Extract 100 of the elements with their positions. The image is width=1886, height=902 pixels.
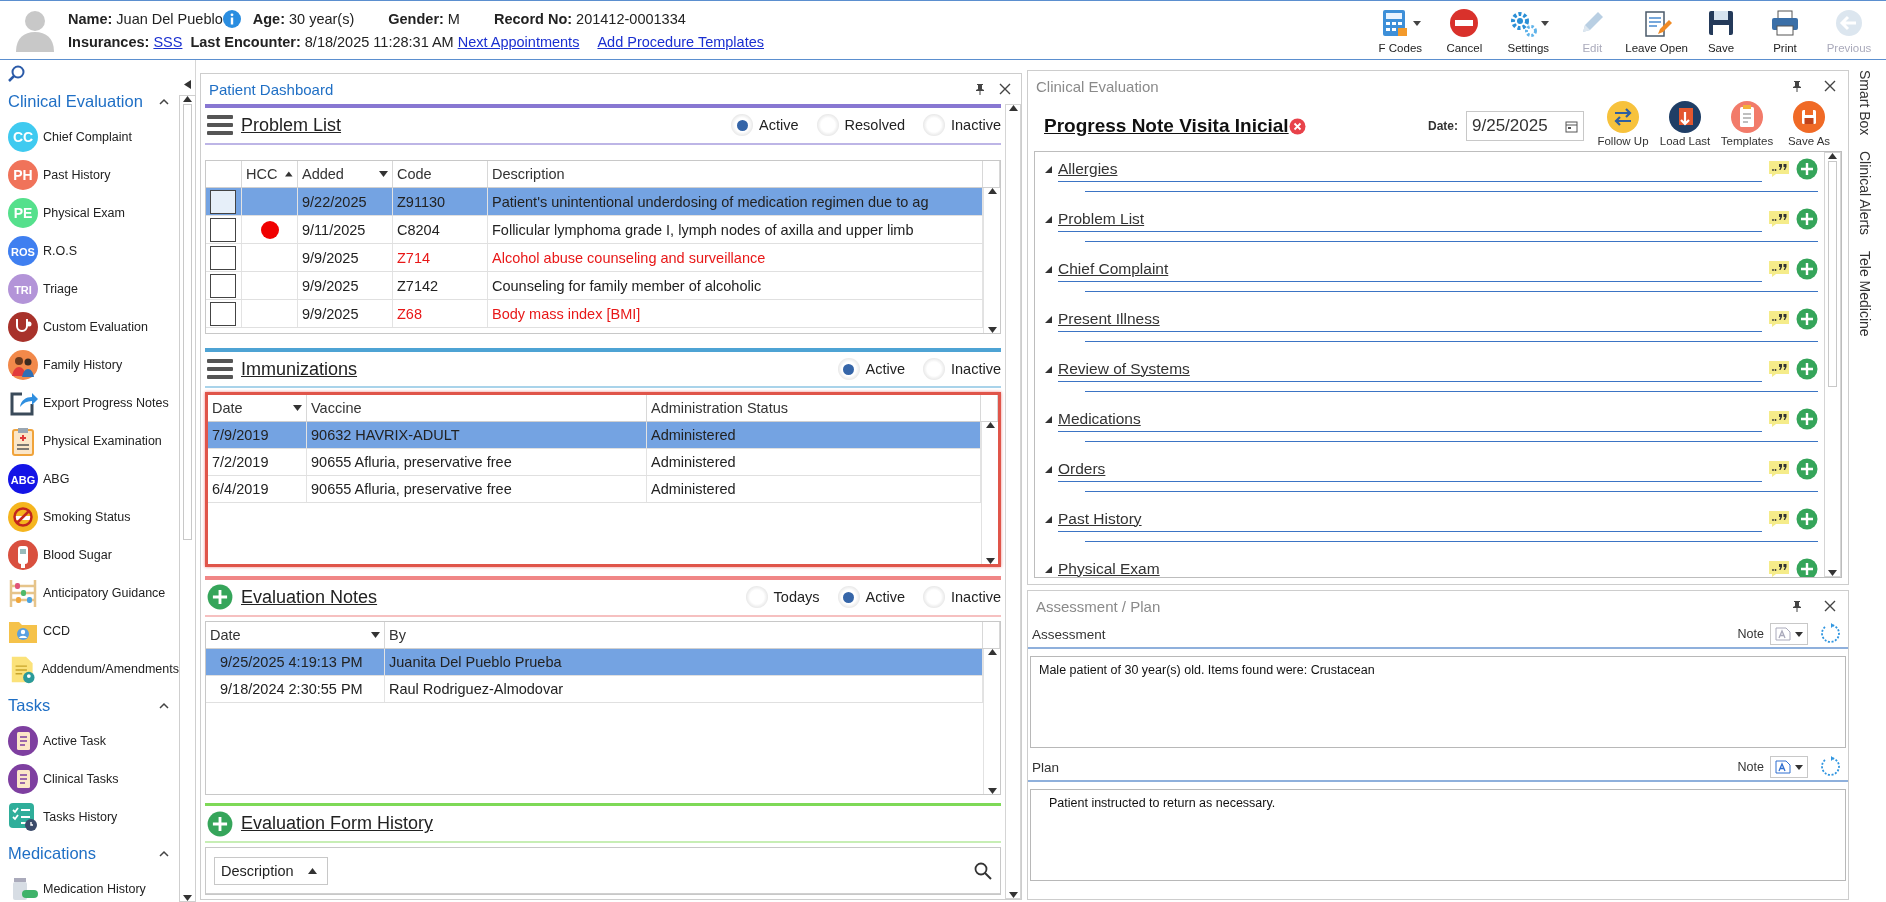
sort-icon[interactable] (307, 867, 317, 874)
side-tab[interactable]: Tele Medicine (1857, 251, 1873, 337)
scrollbar[interactable] (983, 188, 1000, 334)
pin-icon[interactable] (975, 83, 985, 95)
section-title[interactable]: Evaluation Notes (241, 586, 378, 608)
action-button[interactable]: Follow Up (1592, 101, 1654, 147)
scrollbar[interactable] (1824, 152, 1841, 577)
scrollbar[interactable] (981, 422, 998, 564)
checkbox[interactable] (210, 189, 236, 214)
column-header[interactable]: Code (393, 161, 488, 188)
table-row[interactable]: 9/11/2025 C8204 Follicular lymphoma grade I, lymph nodes of axilla and upper limb (206, 216, 983, 245)
comment-icon[interactable] (1768, 160, 1790, 178)
menu-icon[interactable] (207, 358, 233, 381)
sidebar-item[interactable]: Physical Examination (43, 434, 162, 448)
expand-icon[interactable] (1045, 565, 1052, 573)
add-icon[interactable] (1796, 258, 1818, 280)
sidebar-item[interactable]: Blood Sugar (43, 548, 112, 562)
section-title[interactable]: Immunizations (241, 358, 358, 380)
link[interactable]: Add Procedure Templates (597, 34, 764, 50)
checkbox[interactable] (210, 217, 236, 242)
radio-button[interactable]: Resolved (816, 114, 905, 137)
column-header[interactable]: Date (206, 621, 385, 648)
arrow-down-icon[interactable] (1828, 570, 1837, 576)
radio-button[interactable]: Inactive (923, 114, 1001, 137)
remove-icon[interactable] (1288, 117, 1306, 135)
column-header[interactable]: Description (488, 161, 983, 188)
text-area[interactable]: Male patient of 30 year(s) old. Items found were: Crustacean (1030, 656, 1846, 748)
add-icon[interactable] (1796, 558, 1818, 577)
table-row[interactable]: 7/9/2019 90632 HAVRIX-ADULT Administered (208, 422, 981, 450)
sort-icon[interactable] (285, 171, 293, 178)
table-row[interactable]: 9/9/2025 Z7142 Counseling for family member of alcoholic (206, 272, 983, 301)
sidebar-item[interactable]: Anticipatory Guidance (43, 586, 166, 600)
expand-icon[interactable] (1045, 265, 1052, 273)
menu-icon[interactable] (207, 114, 233, 137)
sidebar-item[interactable]: Export Progress Notes (43, 396, 169, 410)
section-heading[interactable]: Clinical Evaluation (8, 91, 143, 111)
arrow-down-icon[interactable] (985, 557, 995, 564)
sidebar-item[interactable]: Physical Exam (43, 206, 125, 220)
add-icon[interactable] (1796, 358, 1818, 380)
comment-icon[interactable] (1768, 210, 1790, 228)
toolbar-button[interactable]: Save (1690, 7, 1752, 54)
insurance-link[interactable]: SSS (153, 34, 183, 50)
chevron-icon[interactable] (159, 849, 169, 857)
toolbar-button[interactable]: Leave Open (1625, 7, 1688, 54)
link[interactable]: Next Appointments (457, 34, 580, 50)
section-title[interactable]: Problem List (241, 114, 342, 136)
arrow-up-icon[interactable] (987, 648, 997, 655)
pin-icon[interactable] (1792, 80, 1802, 92)
toolbar-button[interactable]: Print (1754, 7, 1816, 54)
table-row[interactable]: 9/18/2024 2:30:55 PM Raul Rodriguez-Almodovar (206, 675, 983, 703)
table-row[interactable]: 9/9/2025 Z68 Body mass index [BMI] (206, 300, 983, 329)
comment-icon[interactable] (1768, 510, 1790, 528)
add-icon[interactable] (1796, 208, 1818, 230)
checkbox[interactable] (210, 301, 236, 326)
refresh-icon[interactable] (1820, 623, 1842, 645)
radio-button[interactable]: Inactive (923, 586, 1001, 609)
expand-icon[interactable] (1045, 515, 1052, 523)
section-title[interactable]: Chief Complaint (1058, 259, 1169, 278)
add-icon[interactable] (1796, 408, 1818, 430)
section-title[interactable]: Orders (1058, 459, 1106, 478)
column-header[interactable]: By (385, 621, 983, 648)
collapse-icon[interactable] (184, 80, 191, 89)
sidebar-item[interactable]: CCD (43, 624, 71, 638)
add-icon[interactable] (207, 810, 233, 837)
calendar-icon[interactable] (1565, 119, 1578, 133)
column-header[interactable]: Date (208, 395, 307, 422)
expand-icon[interactable] (1045, 415, 1052, 423)
column-header[interactable]: HCC (242, 161, 298, 188)
sidebar-item[interactable]: Tasks History (43, 810, 118, 824)
table-row[interactable]: 9/22/2025 Z91130 Patient's unintentional underdosing of medication regimen due to ag (206, 188, 983, 217)
sort-icon[interactable] (293, 405, 302, 412)
column-header[interactable]: Added (298, 161, 393, 188)
arrow-up-icon[interactable] (1828, 153, 1837, 159)
close-icon[interactable] (1824, 80, 1836, 92)
chevron-icon[interactable] (159, 97, 169, 105)
table-row[interactable]: 6/4/2019 90655 Afluria, preservative free Administered (208, 476, 981, 504)
comment-icon[interactable] (1768, 560, 1790, 577)
comment-icon[interactable] (1768, 360, 1790, 378)
sidebar-item[interactable]: Smoking Status (43, 510, 131, 524)
section-title[interactable]: Medications (1058, 409, 1141, 428)
comment-icon[interactable] (1768, 410, 1790, 428)
close-icon[interactable] (999, 83, 1011, 95)
column-header[interactable]: Administration Status (647, 395, 981, 422)
sidebar-item[interactable]: Active Task (43, 734, 106, 748)
scrollbar[interactable] (983, 648, 1000, 794)
add-icon[interactable] (1796, 508, 1818, 530)
radio-button[interactable]: Active (837, 358, 905, 381)
text-area[interactable]: Patient instructed to return as necessary. (1030, 789, 1846, 881)
radio-button[interactable]: Active (837, 586, 905, 609)
action-button[interactable]: Save As (1778, 101, 1840, 147)
section-title[interactable]: Problem List (1058, 209, 1145, 228)
section-heading[interactable]: Medications (8, 843, 97, 863)
close-icon[interactable] (1824, 600, 1836, 612)
column-header[interactable]: Vaccine (307, 395, 647, 422)
comment-icon[interactable] (1768, 460, 1790, 478)
toolbar-button[interactable]: Cancel (1433, 7, 1496, 54)
expand-icon[interactable] (1045, 465, 1052, 473)
sidebar-item[interactable]: Past History (43, 168, 111, 182)
sidebar-item[interactable]: ABG (43, 472, 70, 486)
add-icon[interactable] (1796, 158, 1818, 180)
